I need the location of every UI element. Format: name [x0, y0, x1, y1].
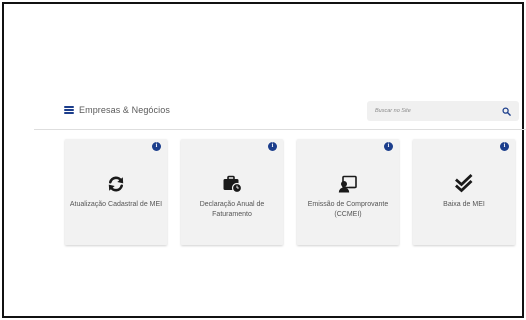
info-icon[interactable]: i [384, 142, 393, 151]
page-header: Empresas & Negócios [64, 99, 524, 127]
service-card-declaracao-anual[interactable]: i Declaração Anual de Faturamento [181, 139, 283, 245]
certificate-user-icon [338, 175, 357, 193]
service-card-atualizacao-cadastral[interactable]: i Atualização Cadastral de MEI [65, 139, 167, 245]
search-box [367, 101, 519, 121]
double-check-icon [455, 174, 473, 193]
services-grid: i Atualização Cadastral de MEI i Declara… [65, 139, 525, 245]
service-card-baixa-mei[interactable]: i Baixa de MEI [413, 139, 515, 245]
info-icon[interactable]: i [268, 142, 277, 151]
briefcase-clock-icon [223, 175, 242, 194]
sync-icon [108, 176, 124, 192]
search-icon[interactable] [502, 106, 511, 116]
info-icon[interactable]: i [152, 142, 161, 151]
browser-frame: Empresas & Negócios i Atualização Cadast… [2, 2, 526, 318]
header-divider [34, 129, 526, 130]
section-title: Empresas & Negócios [79, 105, 170, 115]
info-icon[interactable]: i [500, 142, 509, 151]
hamburger-icon [64, 106, 74, 114]
service-card-label: Atualização Cadastral de MEI [69, 201, 163, 208]
service-card-emissao-ccmei[interactable]: i Emissão de Comprovante (CCMEI) [297, 139, 399, 245]
section-menu-button[interactable]: Empresas & Negócios [64, 105, 170, 115]
service-card-label: Baixa de MEI [443, 201, 485, 208]
search-input[interactable] [375, 101, 502, 121]
service-card-label: Declaração Anual de Faturamento [199, 201, 265, 218]
service-card-label: Emissão de Comprovante (CCMEI) [307, 201, 389, 218]
